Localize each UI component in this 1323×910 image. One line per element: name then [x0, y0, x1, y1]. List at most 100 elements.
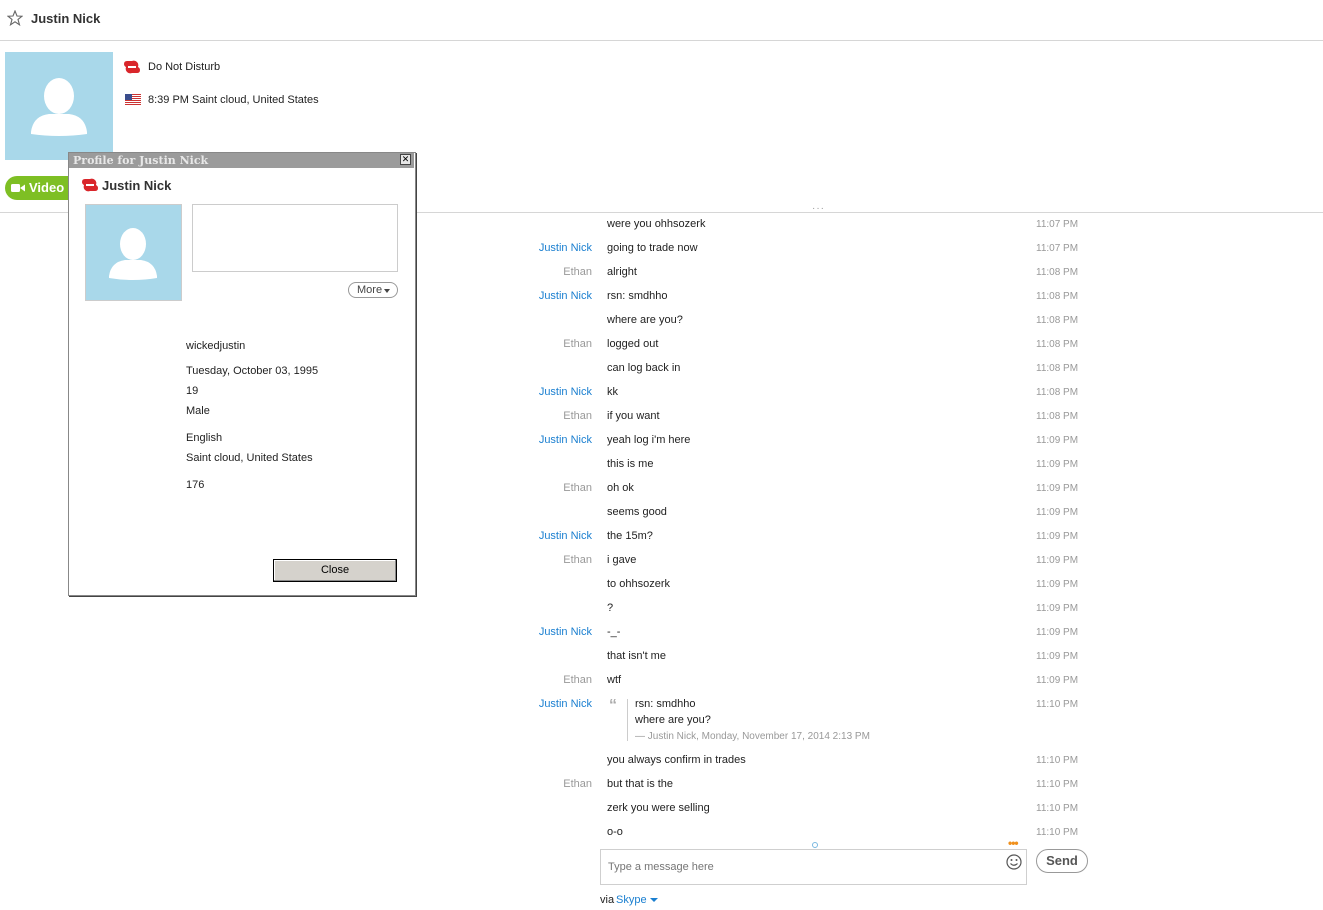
dialog-contact-name: Justin Nick: [102, 178, 172, 193]
local-time-location: 8:39 PM Saint cloud, United States: [148, 94, 319, 106]
message-time: 11:09 PM: [1036, 651, 1079, 662]
message-sender[interactable]: Justin Nick: [470, 626, 592, 638]
message-text: this is me: [607, 458, 654, 470]
message-time: 11:08 PM: [1036, 411, 1079, 422]
dialog-avatar: [85, 204, 182, 301]
dialog-close-icon[interactable]: ✕: [400, 154, 411, 165]
message-time: 11:08 PM: [1036, 267, 1079, 278]
emoticon-icon[interactable]: [1006, 854, 1022, 870]
message-time: 11:08 PM: [1036, 363, 1079, 374]
dialog-close-button[interactable]: Close: [273, 559, 397, 582]
quote-bar: [627, 699, 628, 741]
message-sender[interactable]: Ethan: [470, 674, 592, 686]
message-time: 11:08 PM: [1036, 387, 1079, 398]
chevron-down-icon[interactable]: [650, 898, 658, 902]
message-time: 11:10 PM: [1036, 803, 1079, 814]
message-time: 11:10 PM: [1036, 699, 1079, 710]
quote-attribution: — Justin Nick, Monday, November 17, 2014…: [635, 731, 870, 742]
message-text: where are you?: [607, 314, 683, 326]
scroll-indicator: [812, 842, 818, 848]
us-flag-icon: [125, 94, 141, 105]
message-text: that isn't me: [607, 650, 666, 662]
do-not-disturb-icon: [124, 60, 140, 74]
message-time: 11:09 PM: [1036, 675, 1079, 686]
message-text: -_-: [607, 626, 621, 638]
message-time: 11:09 PM: [1036, 579, 1079, 590]
conversation-header: [0, 0, 1323, 41]
message-time: 11:08 PM: [1036, 315, 1079, 326]
dialog-title: Profile for Justin Nick: [73, 154, 209, 167]
message-time: 11:09 PM: [1036, 507, 1079, 518]
message-sender[interactable]: Ethan: [470, 410, 592, 422]
message-text: oh ok: [607, 482, 634, 494]
message-time: 11:10 PM: [1036, 827, 1079, 838]
typing-indicator-icon: •••: [1008, 836, 1019, 850]
avatar-silhouette-icon: [31, 78, 87, 136]
message-text: seems good: [607, 506, 667, 518]
message-text: if you want: [607, 410, 660, 422]
message-sender[interactable]: Justin Nick: [470, 290, 592, 302]
avatar-silhouette-icon: [109, 228, 157, 280]
message-sender[interactable]: Justin Nick: [470, 530, 592, 542]
message-text: logged out: [607, 338, 659, 350]
message-time: 11:09 PM: [1036, 531, 1079, 542]
message-text: rsn: smdhho: [607, 290, 668, 302]
message-text: i gave: [607, 554, 637, 566]
via-service-selector[interactable]: Skype: [616, 894, 647, 906]
message-sender[interactable]: Ethan: [470, 778, 592, 790]
more-button[interactable]: More: [348, 282, 398, 298]
chevron-down-icon[interactable]: [384, 289, 390, 293]
message-input[interactable]: [600, 849, 1027, 885]
message-time: 11:08 PM: [1036, 339, 1079, 350]
message-sender[interactable]: Justin Nick: [470, 386, 592, 398]
profile-skype-name: wickedjustin: [186, 340, 246, 352]
contact-name-title: Justin Nick: [31, 11, 101, 26]
message-time: 11:10 PM: [1036, 755, 1079, 766]
message-sender[interactable]: Justin Nick: [470, 242, 592, 254]
message-time: 11:07 PM: [1036, 219, 1079, 230]
message-sender[interactable]: Ethan: [470, 554, 592, 566]
message-sender[interactable]: Ethan: [470, 266, 592, 278]
message-time: 11:07 PM: [1036, 243, 1079, 254]
message-sender[interactable]: Justin Nick: [470, 698, 592, 710]
message-text: kk: [607, 386, 618, 398]
message-text: the 15m?: [607, 530, 653, 542]
message-time: 11:09 PM: [1036, 603, 1079, 614]
message-time: 11:08 PM: [1036, 291, 1079, 302]
message-text: can log back in: [607, 362, 681, 374]
quote-icon: “: [609, 697, 617, 714]
message-time: 11:09 PM: [1036, 627, 1079, 638]
message-time: 11:09 PM: [1036, 435, 1079, 446]
profile-age: 19: [186, 385, 199, 397]
divider-grip-icon[interactable]: ···: [812, 203, 825, 214]
message-text: you always confirm in trades: [607, 754, 746, 766]
message-text: ?: [607, 602, 614, 614]
profile-location: Saint cloud, United States: [186, 452, 313, 464]
message-sender[interactable]: Ethan: [470, 482, 592, 494]
quote-line: where are you?: [635, 714, 711, 726]
message-text: but that is the: [607, 778, 674, 790]
profile-birthday: Tuesday, October 03, 1995: [186, 365, 319, 377]
send-button[interactable]: Send: [1036, 849, 1088, 873]
do-not-disturb-icon: [82, 178, 98, 192]
profile-language: English: [186, 432, 223, 444]
profile-contacts-count: 176: [186, 479, 205, 491]
message-text: going to trade now: [607, 242, 698, 254]
message-text: yeah log i'm here: [607, 434, 691, 446]
message-text: wtf: [607, 674, 622, 686]
mood-message-box: [192, 204, 398, 272]
profile-gender: Male: [186, 405, 210, 417]
message-time: 11:09 PM: [1036, 459, 1079, 470]
message-time: 11:09 PM: [1036, 483, 1079, 494]
video-camera-icon: [11, 184, 25, 192]
message-text: alright: [607, 266, 637, 278]
message-text: to ohhsozerk: [607, 578, 670, 590]
favorite-star-icon[interactable]: [7, 10, 23, 26]
status-text: Do Not Disturb: [148, 61, 221, 73]
quote-line: rsn: smdhho: [635, 698, 696, 710]
message-text: were you ohhsozerk: [607, 218, 706, 230]
message-time: 11:09 PM: [1036, 555, 1079, 566]
message-sender[interactable]: Ethan: [470, 338, 592, 350]
message-sender[interactable]: Justin Nick: [470, 434, 592, 446]
contact-avatar[interactable]: [5, 52, 113, 160]
